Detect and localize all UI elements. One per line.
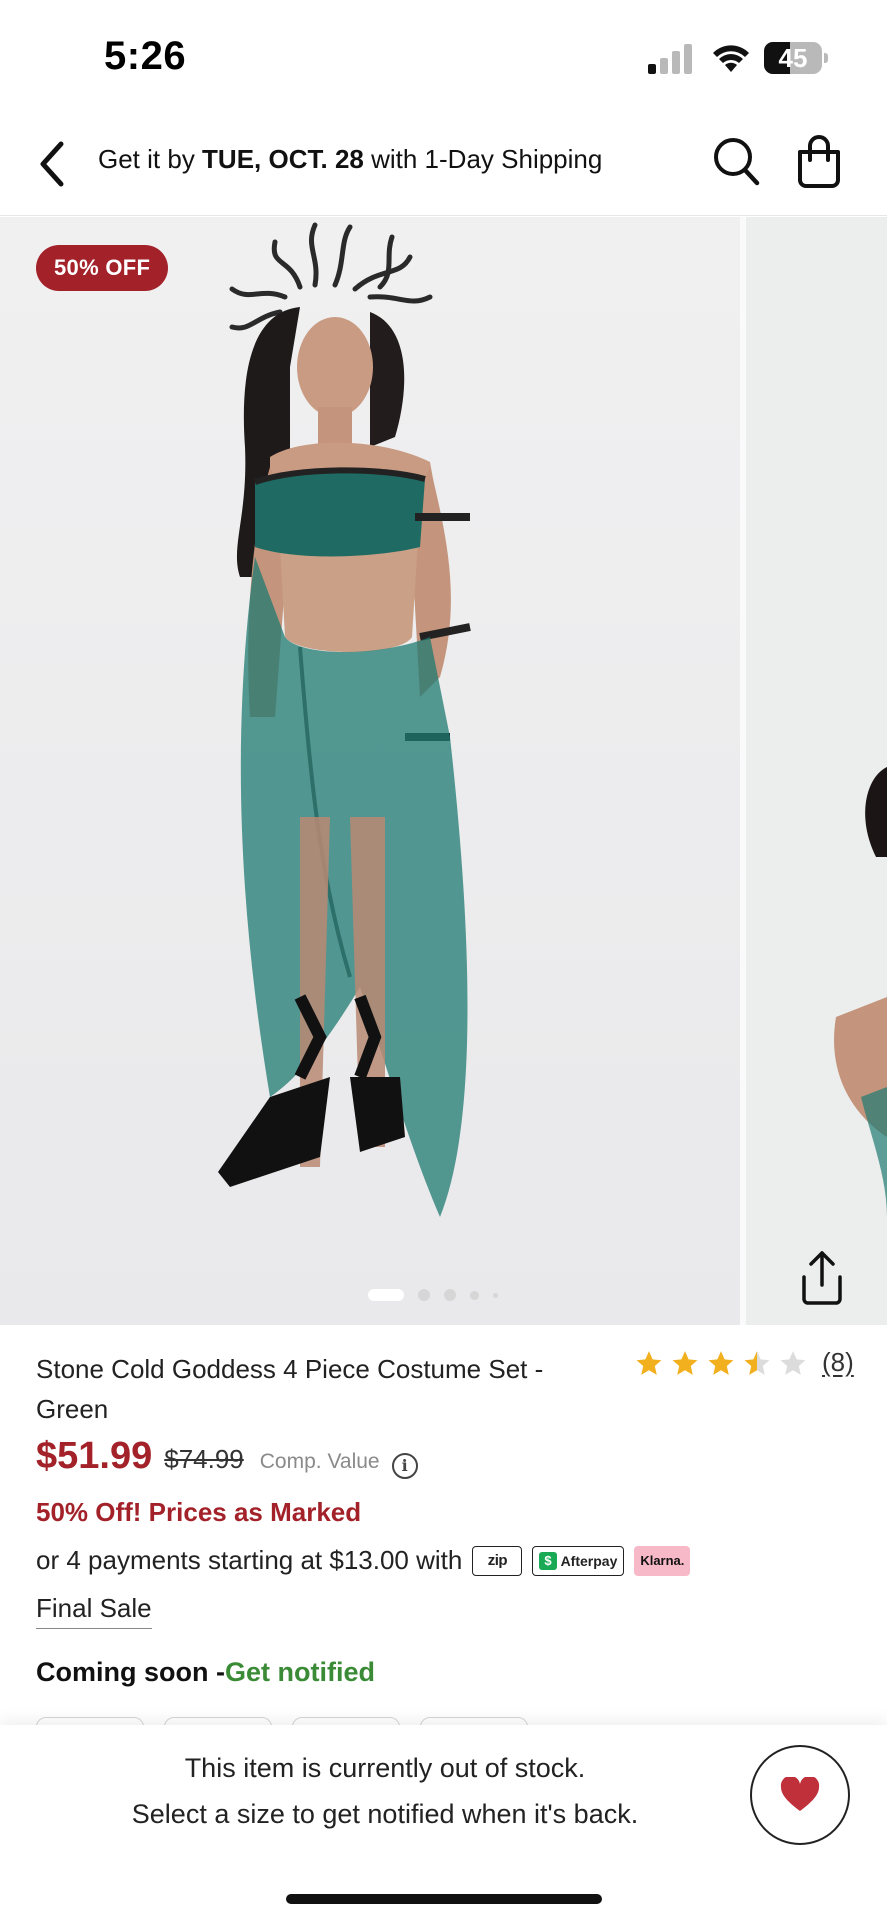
share-button[interactable] <box>796 1247 848 1307</box>
installments-row[interactable]: or 4 payments starting at $13.00 with zi… <box>36 1545 691 1576</box>
star-icon <box>744 1350 770 1375</box>
status-time: 5:26 <box>104 34 187 78</box>
star-icon <box>672 1350 698 1375</box>
final-sale-link[interactable]: Final Sale <box>36 1593 152 1629</box>
promo-text: 50% Off! Prices as Marked <box>36 1497 362 1527</box>
notify-instructions: Select a size to get notified when it's … <box>131 1799 639 1829</box>
star-icon <box>780 1350 806 1375</box>
afterpay-badge[interactable]: $ Afterpay <box>532 1545 625 1576</box>
coming-soon-label: Coming soon - <box>36 1657 225 1687</box>
gallery-dot[interactable] <box>444 1289 456 1301</box>
gallery-dot[interactable] <box>470 1290 479 1300</box>
out-of-stock-message: This item is currently out of stock. <box>184 1753 586 1783</box>
cart-button[interactable] <box>794 134 844 190</box>
wifi-icon <box>713 45 749 72</box>
product-photo-peek <box>834 767 887 1217</box>
star-icon <box>636 1350 662 1375</box>
price-row: $51.99 $74.99 Comp. Value i <box>36 1435 418 1479</box>
product-title: Stone Cold Goddess 4 Piece Costume Set -… <box>36 1354 544 1424</box>
home-indicator[interactable] <box>286 1894 602 1904</box>
shipping-prefix: Get it by <box>98 144 203 174</box>
product-image-next[interactable] <box>746 217 887 1325</box>
original-price: $74.99 <box>164 1444 244 1474</box>
discount-badge: 50% OFF <box>36 245 169 291</box>
comp-value-label: Comp. Value <box>259 1450 380 1473</box>
review-count-link[interactable]: (8) <box>822 1347 854 1378</box>
product-rating[interactable]: (8) <box>634 1347 854 1378</box>
sale-price: $51.99 <box>36 1435 153 1477</box>
back-arrow-icon <box>40 141 64 187</box>
cellular-signal-icon <box>648 44 692 74</box>
wishlist-button[interactable] <box>750 1745 850 1845</box>
back-button[interactable] <box>30 134 74 194</box>
search-icon <box>714 138 760 186</box>
zip-label: zip <box>487 1552 508 1569</box>
shipping-suffix: with 1-Day Shipping <box>363 144 603 174</box>
gallery-dot[interactable] <box>418 1289 430 1301</box>
shipping-date: TUE, OCT. 28 <box>202 144 364 174</box>
battery-icon: 45 <box>764 42 828 74</box>
gallery-dot[interactable] <box>368 1289 404 1301</box>
afterpay-icon: $ <box>539 1551 557 1570</box>
gallery-pagination-dots[interactable] <box>368 1287 498 1303</box>
heart-icon <box>780 1777 820 1811</box>
product-image-gallery[interactable]: 50% OFF <box>0 217 887 1325</box>
shipping-banner: Get it by TUE, OCT. 28 with 1-Day Shippi… <box>98 144 602 175</box>
product-image-main[interactable]: 50% OFF <box>0 217 740 1325</box>
afterpay-label: Afterpay <box>560 1552 618 1569</box>
product-info: Stone Cold Goddess 4 Piece Costume Set -… <box>0 1325 887 1757</box>
out-of-stock-bar: This item is currently out of stock. Sel… <box>0 1725 887 1920</box>
battery-level: 45 <box>778 43 808 73</box>
top-nav: Get it by TUE, OCT. 28 with 1-Day Shippi… <box>0 110 887 216</box>
shopping-bag-icon <box>798 135 840 188</box>
share-icon <box>802 1251 842 1305</box>
gallery-dot[interactable] <box>493 1292 498 1298</box>
klarna-badge[interactable]: Klarna. <box>634 1545 691 1576</box>
star-icon <box>708 1350 734 1375</box>
get-notified-link[interactable]: Get notified <box>225 1657 375 1687</box>
product-photo <box>218 222 471 1217</box>
status-bar: 5:26 45 <box>0 0 887 110</box>
zip-pay-badge[interactable]: zip <box>472 1545 523 1576</box>
coming-soon-row: Coming soon -Get notified <box>36 1657 375 1688</box>
rating-stars <box>634 1349 808 1377</box>
installments-text: or 4 payments starting at $13.00 with <box>36 1545 463 1575</box>
search-button[interactable] <box>712 136 762 188</box>
info-icon[interactable]: i <box>391 1452 418 1479</box>
